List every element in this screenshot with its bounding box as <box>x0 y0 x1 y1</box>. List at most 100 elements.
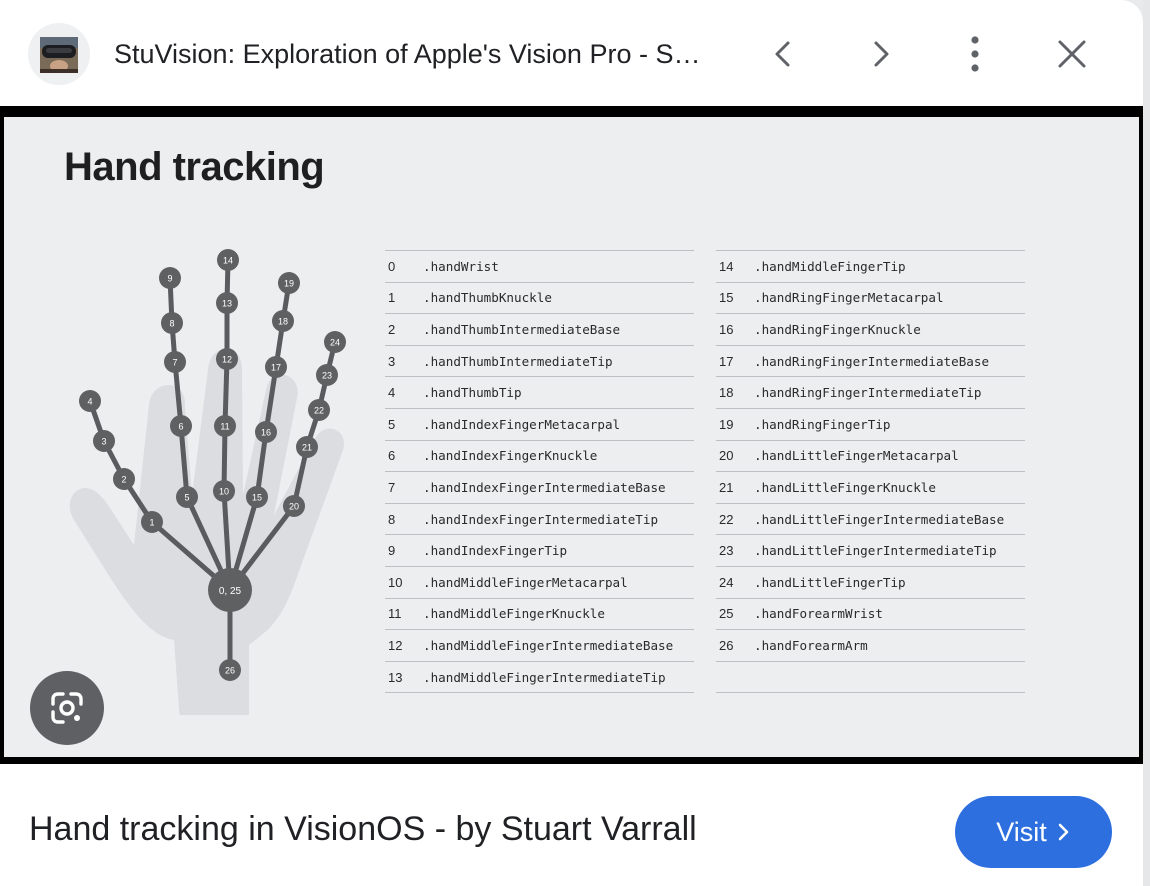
joint-table-right: 14 .handMiddleFingerTip 15 .handRingFingerM… <box>716 250 1025 694</box>
joint-name: .handMiddleFingerMetacarpal <box>423 574 628 590</box>
close-icon <box>1058 40 1086 68</box>
joint-index: 13 <box>388 669 403 685</box>
joint-table-row: 6 .handIndexFingerKnuckle <box>385 441 694 473</box>
google-lens-button[interactable] <box>30 671 104 745</box>
joint-table-row: 16 .handRingFingerKnuckle <box>716 314 1025 346</box>
joint-table-left: 0 .handWrist 1 .handThumbKnuckle 2 .handThumb… <box>385 250 694 694</box>
joint-name: .handMiddleFingerTip <box>754 258 906 274</box>
joint-index: 11 <box>388 606 402 622</box>
joint-name: .handRingFingerIntermediateBase <box>754 353 990 369</box>
joint-index: 21 <box>719 479 734 495</box>
hand-joint-label: 23 <box>322 371 332 381</box>
joint-name: .handRingFingerTip <box>754 416 891 432</box>
joint-index: 26 <box>719 637 734 653</box>
joint-table-row: 25 .handForearmWrist <box>716 599 1025 631</box>
joint-index: 23 <box>719 543 734 559</box>
joint-name: .handLittleFingerIntermediateBase <box>754 511 1005 527</box>
back-button[interactable] <box>756 26 812 82</box>
joint-index: 8 <box>388 511 396 527</box>
image-caption[interactable]: Hand tracking in VisionOS - by Stuart Va… <box>29 810 697 849</box>
joint-table-row: 21 .handLittleFingerKnuckle <box>716 472 1025 504</box>
chevron-left-icon <box>775 41 790 67</box>
hand-joint-label: 9 <box>167 274 172 284</box>
hand-joint-label: 8 <box>169 319 174 329</box>
preview-image-frame[interactable]: Hand tracking 0, 25 1 2 3 4 5 6 7 8 9 10 11 12 13 14 15… <box>0 106 1143 764</box>
joint-index: 9 <box>388 543 396 559</box>
hand-joint-label: 19 <box>284 279 294 289</box>
google-lens-icon <box>51 692 83 724</box>
joint-index: 0 <box>388 258 396 274</box>
joint-index: 4 <box>388 385 396 401</box>
hand-joint-label: 20 <box>289 502 299 512</box>
joint-table-row: 3 .handThumbIntermediateTip <box>385 346 694 378</box>
visit-button-label: Visit <box>996 816 1047 847</box>
hand-skeleton-diagram: 0, 2512345678910111213141516171819202122… <box>69 249 346 715</box>
hand-silhouette <box>69 349 344 715</box>
joint-name: .handRingFingerMetacarpal <box>754 290 944 306</box>
joint-name: .handIndexFingerIntermediateBase <box>423 479 666 495</box>
joint-index: 15 <box>719 290 734 306</box>
joint-index: 25 <box>719 606 734 622</box>
joint-table-row: 12 .handMiddleFingerIntermediateBase <box>385 630 694 662</box>
hand-joint-label: 6 <box>178 422 183 432</box>
hand-joint-label: 12 <box>222 355 232 365</box>
joint-name: .handMiddleFingerIntermediateTip <box>423 669 666 685</box>
joint-table-row: 11 .handMiddleFingerKnuckle <box>385 599 694 631</box>
joint-name: .handThumbKnuckle <box>423 290 552 306</box>
hand-joint-label: 3 <box>101 437 106 447</box>
image-preview-panel: StuVision: Exploration of Apple's Vision… <box>0 0 1143 886</box>
joint-table-row: 4 .handThumbTip <box>385 377 694 409</box>
joint-index: 20 <box>719 448 734 464</box>
joint-table-row: 9 .handIndexFingerTip <box>385 535 694 567</box>
joint-index: 16 <box>719 321 734 337</box>
joint-table-row: 22 .handLittleFingerIntermediateBase <box>716 504 1025 536</box>
hand-joint-label: 24 <box>330 338 340 348</box>
joint-table-row: 5 .handIndexFingerMetacarpal <box>385 409 694 441</box>
joint-index: 1 <box>388 290 396 306</box>
hand-joint-label: 0, 25 <box>219 586 242 597</box>
forward-button[interactable] <box>852 26 908 82</box>
joint-table-row: 18 .handRingFingerIntermediateTip <box>716 377 1025 409</box>
more-options-button[interactable] <box>947 26 1003 82</box>
joint-name: .handThumbTip <box>423 385 522 401</box>
joint-table-row: 14 .handMiddleFingerTip <box>716 251 1025 283</box>
preview-footer: Hand tracking in VisionOS - by Stuart Va… <box>0 764 1143 886</box>
preview-image: Hand tracking 0, 25 1 2 3 4 5 6 7 8 9 10 11 12 13 14 15… <box>4 117 1139 757</box>
page-title[interactable]: StuVision: Exploration of Apple's Vision… <box>114 34 724 74</box>
hand-joint-label: 10 <box>219 487 229 497</box>
hand-joint-label: 4 <box>87 397 92 407</box>
joint-table-row: 15 .handRingFingerMetacarpal <box>716 283 1025 315</box>
joint-index: 14 <box>719 258 734 274</box>
joint-index: 10 <box>388 574 403 590</box>
joint-index: 17 <box>719 353 734 369</box>
hand-joint-label: 22 <box>314 406 324 416</box>
joint-table-row: 20 .handLittleFingerMetacarpal <box>716 441 1025 473</box>
joint-index: 19 <box>719 416 734 432</box>
joint-name: .handIndexFingerIntermediateTip <box>423 511 659 527</box>
close-button[interactable] <box>1044 26 1100 82</box>
hand-joint-label: 1 <box>149 518 154 528</box>
joint-name: .handMiddleFingerKnuckle <box>423 606 605 622</box>
slide-title: Hand tracking <box>64 145 325 189</box>
joint-table-row: 19 .handRingFingerTip <box>716 409 1025 441</box>
joint-name: .handIndexFingerMetacarpal <box>423 416 621 432</box>
joint-index: 3 <box>388 353 396 369</box>
joint-table-row: 0 .handWrist <box>385 251 694 283</box>
joint-table-row: 2 .handThumbIntermediateBase <box>385 314 694 346</box>
hand-joint-label: 17 <box>271 363 281 373</box>
joint-name: .handLittleFingerIntermediateTip <box>754 543 997 559</box>
preview-header: StuVision: Exploration of Apple's Vision… <box>0 0 1143 106</box>
joint-index: 24 <box>719 574 734 590</box>
chevron-right-icon <box>874 41 889 67</box>
joint-table-row: 17 .handRingFingerIntermediateBase <box>716 346 1025 378</box>
joint-table-row: 23 .handLittleFingerIntermediateTip <box>716 535 1025 567</box>
site-favicon-icon[interactable] <box>28 23 90 85</box>
joint-table-row: 10 .handMiddleFingerMetacarpal <box>385 567 694 599</box>
hand-joint-label: 16 <box>261 428 271 438</box>
hand-joint-label: 5 <box>184 493 189 503</box>
hand-joint-label: 14 <box>223 256 233 266</box>
visit-button[interactable]: Visit <box>955 796 1112 868</box>
hand-joint-label: 7 <box>172 358 177 368</box>
joint-name: .handLittleFingerTip <box>754 574 906 590</box>
hand-joint-label: 13 <box>222 299 232 309</box>
